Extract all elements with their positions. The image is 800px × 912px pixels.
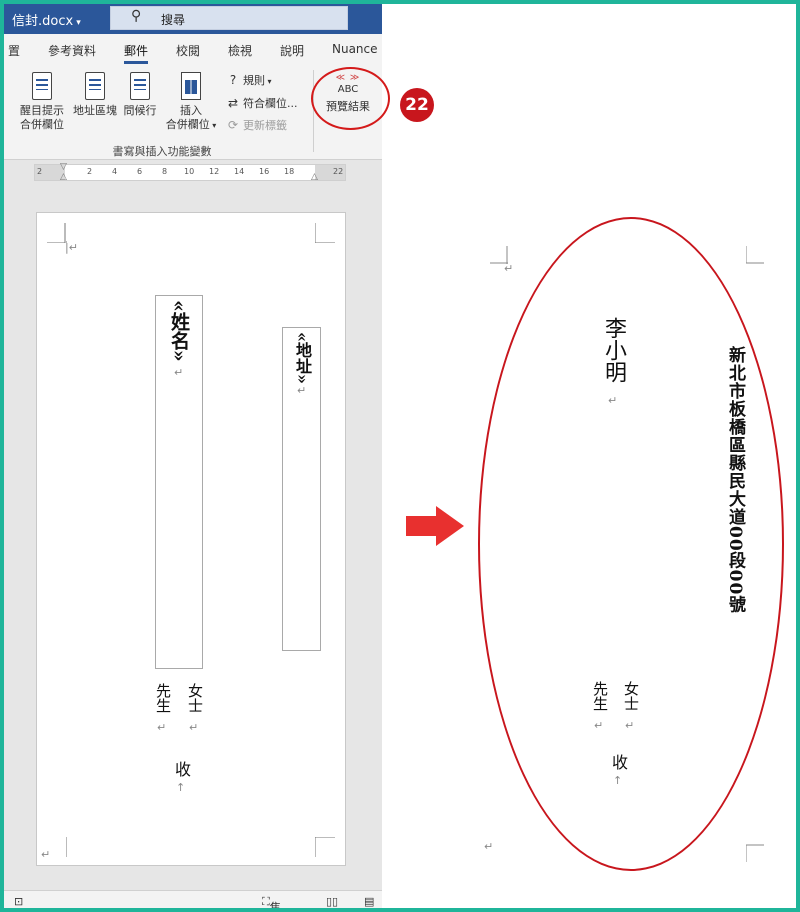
highlight-fields-icon [32, 72, 52, 100]
ruler-tick: 10 [184, 167, 195, 176]
ruler-tick: 4 [112, 167, 118, 176]
step-number-badge: 22 [400, 88, 434, 122]
paragraph-mark: ↵ [174, 366, 184, 379]
crop-mark-bottom-right [746, 844, 764, 862]
tab-help[interactable]: 說明 [280, 42, 304, 59]
paragraph-mark: ↵ [41, 848, 51, 861]
tab-layout-partial[interactable]: 置 [8, 42, 20, 59]
group-label: 書寫與插入功能變數 [112, 145, 212, 158]
greeting-line-label: 問候行 [123, 104, 157, 117]
print-layout-icon[interactable]: ▤ [364, 895, 374, 908]
ruler-tick: 14 [234, 167, 245, 176]
template-envelope-page: |↵ «姓名» ↵ «地址» ↵ 先生 ↵ 女士 ↵ 收 ↑ ↵ [36, 212, 346, 866]
focus-mode-button[interactable]: ⛶ 焦點 [262, 895, 281, 908]
receive-text: 收 [172, 761, 191, 777]
ruler-tick: 22 [333, 167, 344, 176]
paragraph-mark: ↵ [297, 384, 307, 397]
name-merge-field: «姓名» [168, 300, 190, 362]
name-field-box[interactable]: «姓名» ↵ [155, 295, 203, 669]
ruler-tick: 2 [37, 167, 43, 176]
address-block-button[interactable]: 地址區塊 [70, 72, 120, 118]
callout-ellipse [311, 67, 390, 130]
hanging-indent-marker[interactable]: △ [60, 173, 67, 182]
address-block-label: 地址區塊 [73, 104, 117, 117]
match-fields-button[interactable]: ⇄ 符合欄位... [226, 95, 298, 111]
right-indent-marker[interactable]: △ [311, 173, 318, 182]
chevron-down-icon: ▾ [76, 18, 81, 28]
paragraph-mark: ↵ [484, 840, 494, 853]
paragraph-mark: ↵ [504, 262, 514, 275]
salutation-ms: 女士 [186, 683, 204, 713]
ruler-tick: 18 [284, 167, 295, 176]
status-bar: ⊡ ⛶ 焦點 ▯▯ ▤ [4, 890, 382, 908]
tab-references[interactable]: 參考資料 [48, 42, 96, 59]
greeting-line-icon [130, 72, 150, 100]
insert-field-line1: 插入 [180, 104, 202, 117]
ruler-tick: 6 [137, 167, 143, 176]
crop-mark-top-right [746, 246, 764, 264]
ruler-tick: 16 [259, 167, 270, 176]
document-title-text: 信封.docx [12, 14, 74, 29]
tab-nuance[interactable]: Nuance I [332, 42, 382, 56]
search-box[interactable]: ⚲ 搜尋 [110, 6, 348, 30]
ruler-tick: 8 [162, 167, 168, 176]
tab-view[interactable]: 檢視 [228, 42, 252, 59]
tab-mailings[interactable]: 郵件 [124, 42, 149, 64]
result-highlight-ellipse [478, 217, 784, 871]
paragraph-mark: ↵ [189, 721, 199, 734]
search-icon: ⚲ [131, 8, 142, 24]
highlight-label-line2: 合併欄位 [20, 118, 64, 131]
title-bar: 信封.docx ▾ ⚲ 搜尋 [4, 4, 382, 34]
address-field-box[interactable]: «地址» ↵ [282, 327, 321, 651]
ruler-tick: 2 [87, 167, 93, 176]
paragraph-mark: ↑ [176, 781, 186, 794]
crop-mark-bottom-right [315, 837, 335, 857]
update-labels-label: 更新標籤 [243, 119, 287, 132]
paragraph-mark: ↵ [157, 721, 167, 734]
word-window: 信封.docx ▾ ⚲ 搜尋 置 參考資料 郵件 校閱 檢視 說明 Nuance … [4, 4, 382, 908]
search-placeholder: 搜尋 [161, 13, 186, 27]
salutation-mr: 先生 [154, 683, 172, 713]
address-merge-field: «地址» [293, 332, 312, 384]
highlight-label-line1: 醒目提示 [20, 104, 64, 117]
crop-mark-top-right [315, 223, 335, 243]
macro-record-icon[interactable]: ⊡ [14, 895, 23, 908]
text-cursor: |↵ [65, 241, 78, 254]
rules-button[interactable]: ? 規則 ▾ [226, 72, 272, 88]
tab-review[interactable]: 校閱 [176, 42, 200, 59]
screenshot-frame: 信封.docx ▾ ⚲ 搜尋 置 參考資料 郵件 校閱 檢視 說明 Nuance … [0, 0, 800, 912]
crop-mark-top-left [47, 223, 67, 243]
greeting-line-button[interactable]: 問候行 [121, 72, 159, 118]
match-fields-label: 符合欄位... [243, 97, 298, 110]
horizontal-ruler[interactable]: 2 2 4 6 8 10 12 14 16 18 22 ▽ △ △ [34, 163, 346, 182]
insert-field-icon [181, 72, 201, 100]
ruler-tick: 12 [209, 167, 220, 176]
rules-icon: ? [229, 73, 237, 87]
document-title[interactable]: 信封.docx ▾ [12, 10, 81, 29]
focus-label: 焦點 [269, 901, 281, 912]
highlight-merge-fields-button[interactable]: 醒目提示 合併欄位 [16, 72, 68, 132]
update-labels-button[interactable]: ⟳ 更新標籤 [226, 117, 287, 133]
insert-merge-field-button[interactable]: 插入 合併欄位 ▾ [162, 72, 220, 133]
read-mode-icon[interactable]: ▯▯ [326, 895, 338, 908]
update-labels-icon: ⟳ [227, 118, 239, 132]
rules-label: 規則 [243, 74, 265, 87]
ribbon-tabs: 置 參考資料 郵件 校閱 檢視 說明 Nuance I [4, 34, 382, 64]
insert-field-line2: 合併欄位 [165, 118, 210, 131]
address-block-icon [85, 72, 105, 100]
right-arrow-icon [406, 506, 464, 546]
first-line-indent-marker[interactable]: ▽ [60, 163, 67, 172]
match-fields-icon: ⇄ [227, 96, 239, 110]
